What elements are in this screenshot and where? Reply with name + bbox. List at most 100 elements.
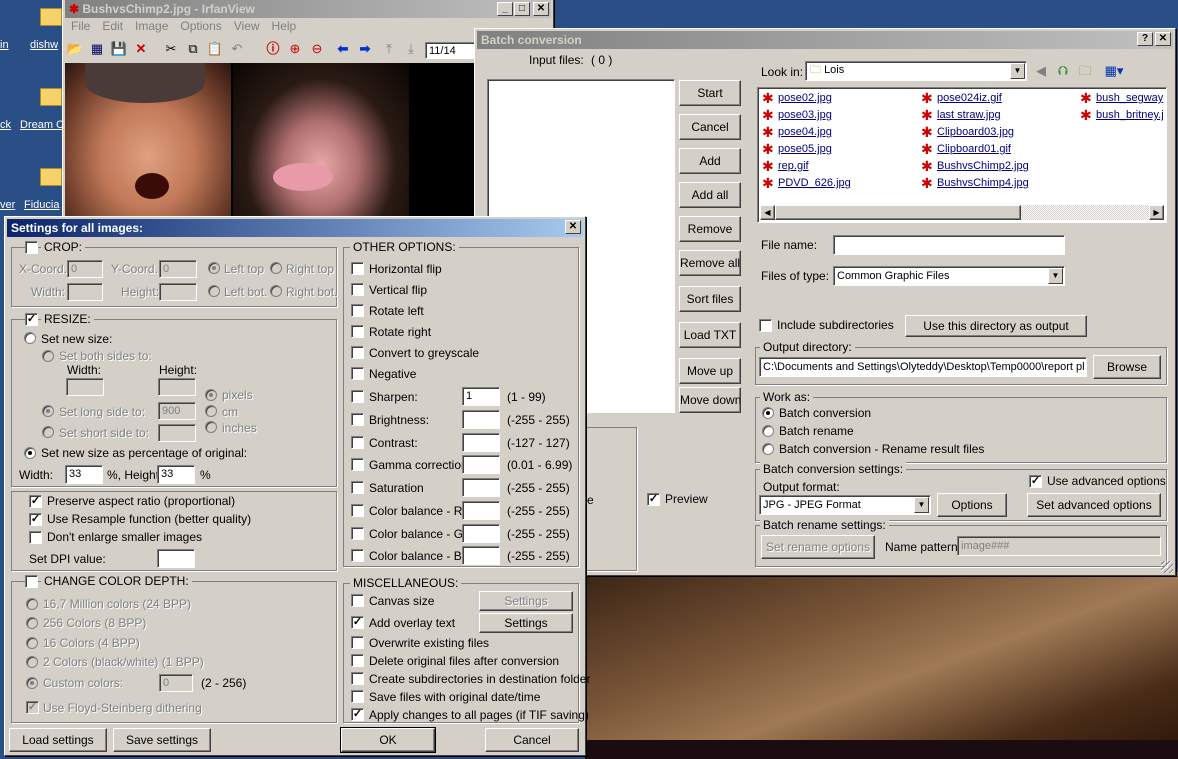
maximize-button[interactable]: □ xyxy=(514,2,530,16)
color-balance-b-input[interactable] xyxy=(462,546,500,565)
original-date-checkbox[interactable] xyxy=(351,690,364,703)
sharpen-checkbox[interactable] xyxy=(351,390,364,403)
file-item[interactable]: pose05.jpg xyxy=(762,141,832,158)
inches-radio[interactable] xyxy=(205,421,217,433)
scroll-right-button[interactable]: ▶ xyxy=(1149,205,1164,220)
batch-conversion-radio[interactable] xyxy=(762,407,774,419)
color-4bpp-radio[interactable] xyxy=(26,637,38,649)
move-down-button[interactable]: Move down xyxy=(679,387,741,413)
irfanview-titlebar[interactable]: ✱ BushvsChimp2.jpg - IrfanView xyxy=(65,0,551,18)
desktop-folder-icon[interactable] xyxy=(40,88,62,106)
menu-file[interactable]: File xyxy=(71,19,90,33)
back-icon[interactable]: ◀ xyxy=(1031,61,1051,81)
minimize-button[interactable]: _ xyxy=(497,2,513,16)
file-browser-list[interactable]: pose02.jpg pose03.jpg pose04.jpg pose05.… xyxy=(757,87,1167,223)
resize-checkbox[interactable]: ✓ xyxy=(25,313,38,326)
preview-checkbox[interactable]: ✓ xyxy=(647,493,660,506)
color-24bpp-radio[interactable] xyxy=(26,598,38,610)
dpi-input[interactable] xyxy=(157,549,195,568)
canvas-size-checkbox[interactable] xyxy=(351,594,364,607)
cm-radio[interactable] xyxy=(205,405,217,417)
file-item[interactable]: bush_segway xyxy=(1080,90,1163,107)
resize-height-input[interactable] xyxy=(158,378,196,396)
file-name-input[interactable] xyxy=(833,235,1065,255)
short-side-input[interactable] xyxy=(158,424,196,442)
desktop-folder-icon[interactable] xyxy=(40,168,62,186)
add-all-button[interactable]: Add all xyxy=(679,182,741,208)
x-coord-input[interactable]: 0 xyxy=(67,260,103,278)
right-top-radio[interactable] xyxy=(270,262,282,274)
saturation-input[interactable] xyxy=(462,478,500,497)
set-new-size-radio[interactable] xyxy=(24,332,36,344)
color-balance-g-input[interactable] xyxy=(462,524,500,543)
set-rename-options-button[interactable]: Set rename options xyxy=(761,535,875,559)
desktop-label[interactable]: Fiducia xyxy=(24,199,59,211)
files-of-type-select[interactable]: Common Graphic Files ▼ xyxy=(833,266,1065,286)
file-item[interactable]: BushvsChimp2.jpg xyxy=(921,158,1029,175)
desktop-folder-icon[interactable] xyxy=(40,8,62,26)
scroll-left-button[interactable]: ◀ xyxy=(760,205,775,220)
output-format-select[interactable]: JPG - JPEG Format ▼ xyxy=(759,495,931,515)
gamma-input[interactable] xyxy=(462,455,500,474)
close-button[interactable]: ✕ xyxy=(1155,32,1171,46)
y-coord-input[interactable]: 0 xyxy=(159,260,197,278)
batch-titlebar[interactable]: Batch conversion xyxy=(477,31,1173,49)
batch-rename-radio[interactable] xyxy=(762,425,774,437)
percentage-radio[interactable] xyxy=(24,447,36,459)
overlay-settings-button[interactable]: Settings xyxy=(479,613,573,633)
color-balance-r-input[interactable] xyxy=(462,501,500,520)
delete-originals-checkbox[interactable] xyxy=(351,654,364,667)
file-item[interactable]: pose02.jpg xyxy=(762,90,832,107)
first-icon[interactable]: ⤒ xyxy=(379,39,399,59)
menu-view[interactable]: View xyxy=(234,19,260,33)
settings-dialog[interactable]: Settings for all images: ✕ CROP: X-Coord… xyxy=(4,216,590,756)
previous-icon[interactable]: ⬅ xyxy=(333,39,353,59)
horizontal-flip-checkbox[interactable] xyxy=(351,262,364,275)
remove-button[interactable]: Remove xyxy=(679,216,741,242)
menu-edit[interactable]: Edit xyxy=(102,19,123,33)
color-1bpp-radio[interactable] xyxy=(26,656,38,668)
vertical-flip-checkbox[interactable] xyxy=(351,283,364,296)
color-balance-g-checkbox[interactable] xyxy=(351,527,364,540)
menu-options[interactable]: Options xyxy=(180,19,221,33)
long-side-input[interactable]: 900 xyxy=(158,402,196,420)
zoom-in-icon[interactable]: ⊕ xyxy=(285,39,305,59)
menu-image[interactable]: Image xyxy=(135,19,168,33)
save-settings-button[interactable]: Save settings xyxy=(113,728,211,752)
load-txt-button[interactable]: Load TXT xyxy=(679,322,741,348)
zoom-out-icon[interactable]: ⊖ xyxy=(307,39,327,59)
close-button[interactable]: ✕ xyxy=(565,220,581,234)
include-subdirectories-checkbox[interactable] xyxy=(759,319,772,332)
negative-checkbox[interactable] xyxy=(351,367,364,380)
chevron-down-icon[interactable]: ▼ xyxy=(1010,63,1025,79)
preserve-aspect-checkbox[interactable]: ✓ xyxy=(29,495,42,508)
color-balance-r-checkbox[interactable] xyxy=(351,504,364,517)
file-item[interactable]: rep.gif xyxy=(762,158,809,175)
rotate-left-checkbox[interactable] xyxy=(351,304,364,317)
crop-height-input[interactable] xyxy=(159,283,197,301)
file-item[interactable]: pose03.jpg xyxy=(762,107,832,124)
custom-colors-input[interactable]: 0 xyxy=(159,674,193,692)
custom-colors-radio[interactable] xyxy=(26,677,38,689)
new-folder-icon[interactable]: 🗀 xyxy=(1075,61,1095,81)
load-settings-button[interactable]: Load settings xyxy=(9,728,107,752)
desktop-label[interactable]: ck xyxy=(0,119,11,131)
page-counter[interactable]: 11/14 xyxy=(425,42,475,59)
next-icon[interactable]: ➡ xyxy=(355,39,375,59)
overwrite-checkbox[interactable] xyxy=(351,636,364,649)
contrast-input[interactable] xyxy=(462,433,500,452)
rotate-right-checkbox[interactable] xyxy=(351,325,364,338)
resample-checkbox[interactable]: ✓ xyxy=(29,513,42,526)
resize-width-input[interactable] xyxy=(66,378,104,396)
overlay-text-checkbox[interactable]: ✓ xyxy=(351,616,364,629)
left-top-radio[interactable] xyxy=(208,262,220,274)
look-in-select[interactable]: 🗀 Lois ▼ xyxy=(805,61,1027,81)
desktop-label[interactable]: ver xyxy=(0,199,15,211)
use-advanced-options-checkbox[interactable]: ✓ xyxy=(1029,475,1042,488)
set-both-sides-radio[interactable] xyxy=(42,350,54,362)
remove-all-button[interactable]: Remove all xyxy=(679,250,741,276)
set-long-side-radio[interactable] xyxy=(42,405,54,417)
move-up-button[interactable]: Move up xyxy=(679,358,741,384)
pct-height-input[interactable]: 33 xyxy=(157,465,195,484)
cancel-button[interactable]: Cancel xyxy=(485,728,579,752)
